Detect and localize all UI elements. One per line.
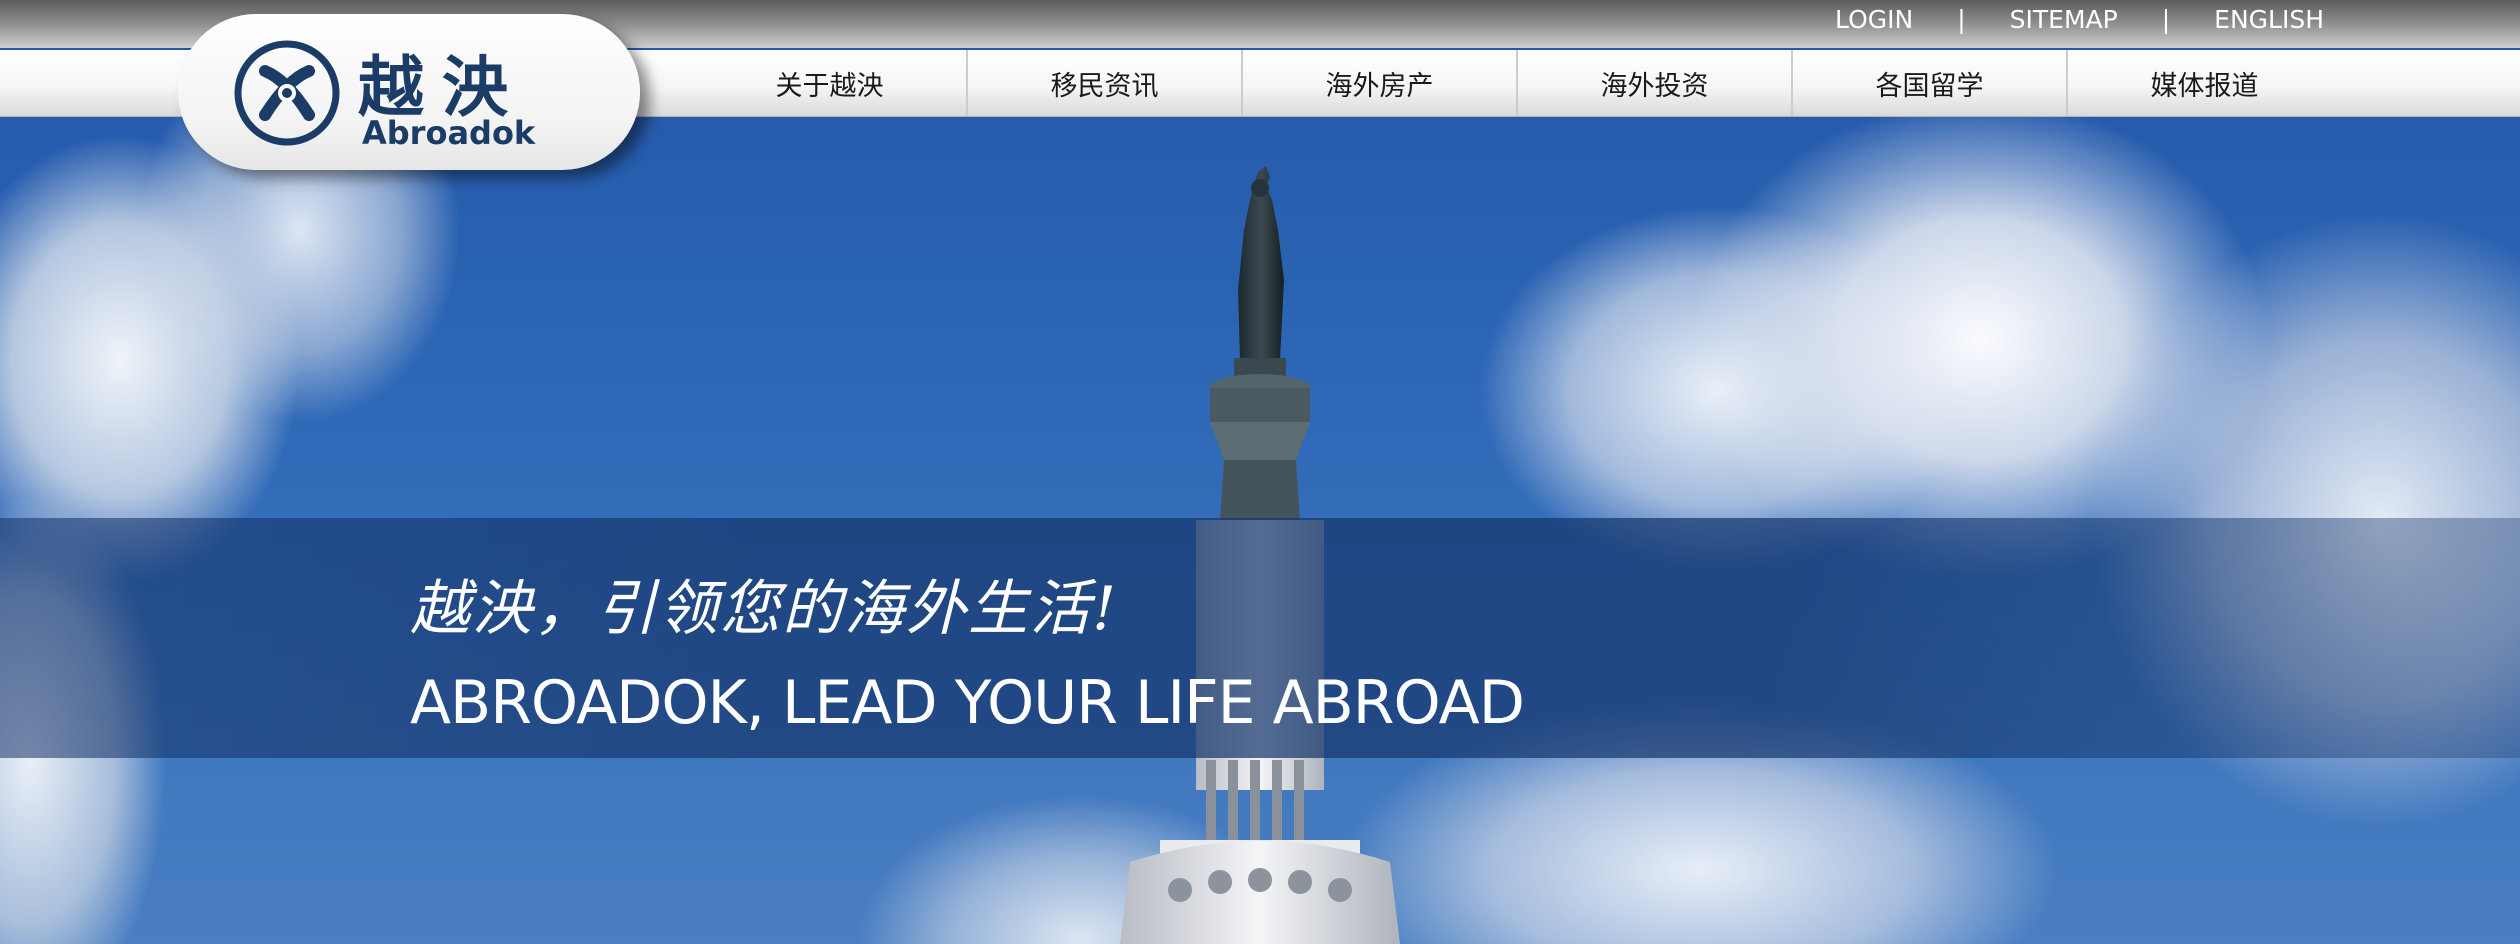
site-logo[interactable]: 越泱 Abroadok — [178, 14, 640, 170]
utility-separator: | — [2161, 4, 2171, 34]
nav-item-overseas-investment[interactable]: 海外投资 — [1518, 50, 1793, 116]
tagline-chinese: 越泱，引领您的海外生活! — [410, 574, 1119, 644]
nav-menu: 关于越泱 移民资讯 海外房产 海外投资 各国留学 媒体报道 — [693, 50, 2341, 116]
sitemap-link[interactable]: SITEMAP — [2010, 5, 2118, 34]
utility-separator: | — [1957, 4, 1966, 34]
utility-links: LOGIN | SITEMAP | ENGLISH — [1835, 0, 2520, 38]
nav-item-immigration-news[interactable]: 移民资讯 — [968, 50, 1243, 116]
nav-item-about[interactable]: 关于越泱 — [693, 50, 968, 116]
nav-item-overseas-property[interactable]: 海外房产 — [1243, 50, 1518, 116]
tagline-english: ABROADOK, LEAD YOUR LIFE ABROAD — [410, 668, 1525, 738]
nav-item-study-abroad[interactable]: 各国留学 — [1793, 50, 2068, 116]
abroadok-logo-icon — [234, 40, 340, 146]
login-link[interactable]: LOGIN — [1835, 5, 1913, 34]
english-link[interactable]: ENGLISH — [2214, 5, 2324, 34]
logo-english-text: Abroadok — [362, 114, 536, 152]
nav-item-media-reports[interactable]: 媒体报道 — [2068, 50, 2341, 116]
